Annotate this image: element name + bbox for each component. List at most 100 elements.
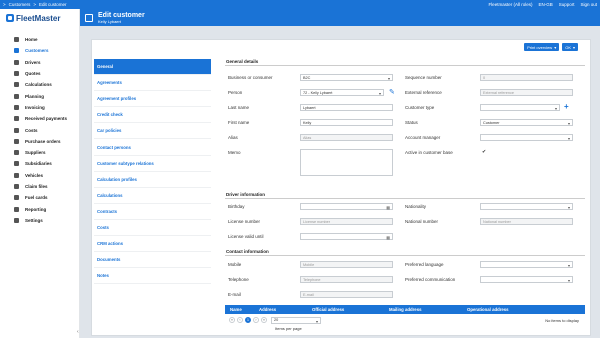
sidebar-item-fuel-cards[interactable]: Fuel cards	[0, 192, 79, 203]
col-operational-address[interactable]: Operational address	[467, 307, 509, 312]
sequence-label: Sequence number	[405, 75, 442, 80]
crumb-customers[interactable]: Customers	[9, 2, 31, 7]
person-select[interactable]: 72 - Kelly Lybaert ▾	[300, 89, 384, 96]
tab-customer-subtype-relations[interactable]: Customer subtype relations	[94, 156, 211, 172]
sidebar-item-received-payments[interactable]: Received payments	[0, 113, 79, 124]
sidebar-item-label: Quotes	[25, 71, 41, 77]
sidebar-item-drivers[interactable]: Drivers	[0, 57, 79, 68]
fuel-card-icon	[14, 195, 19, 201]
sidebar-item-purchase-orders[interactable]: Purchase orders	[0, 136, 79, 147]
email-input[interactable]: E-mail	[300, 291, 393, 298]
sidebar-item-subsidiaries[interactable]: Subsidiaries	[0, 158, 79, 169]
last-name-input[interactable]: Lybaert	[300, 104, 393, 111]
tab-general[interactable]: General	[94, 59, 211, 76]
tab-credit-check[interactable]: Credit check	[94, 107, 211, 124]
purchase-order-icon	[14, 138, 19, 144]
first-name-input[interactable]: Kelly	[300, 119, 393, 126]
birthday-input[interactable]: ▦	[300, 203, 393, 210]
sidebar-item-label: Suppliers	[25, 150, 46, 156]
costs-icon	[14, 127, 19, 133]
grid-pager: « ‹ 1 › » 20 ▾ No items to display	[225, 314, 585, 326]
tab-agreement-profiles[interactable]: Agreement profiles	[94, 91, 211, 108]
sidebar-item-invoicing[interactable]: Invoicing	[0, 102, 79, 113]
sequence-input: 0	[480, 74, 573, 81]
memo-label: Memo	[228, 150, 241, 155]
tab-notes[interactable]: Notes	[94, 268, 211, 285]
sidebar-item-label: Invoicing	[25, 104, 45, 110]
last-page-button[interactable]: »	[261, 317, 267, 323]
external-reference-input[interactable]: External reference	[480, 89, 573, 96]
calendar-icon: ▦	[386, 235, 390, 240]
nationality-label: Nationality	[405, 204, 427, 209]
crumb-sep: >	[3, 2, 6, 7]
tab-documents[interactable]: Documents	[94, 252, 211, 269]
account-manager-select[interactable]: ▾	[480, 134, 573, 141]
col-official-address[interactable]: Official address	[312, 307, 389, 312]
language-select[interactable]: EN-GB	[538, 2, 552, 7]
preferred-language-select[interactable]: ▾	[480, 261, 573, 268]
sign-out-link[interactable]: Sign out	[580, 2, 597, 7]
tab-contracts[interactable]: Contracts	[94, 204, 211, 220]
sidebar-item-label: Settings	[25, 217, 43, 223]
sidebar-item-planning[interactable]: Planning	[0, 90, 79, 101]
prev-page-button[interactable]: ‹	[237, 317, 243, 323]
col-name[interactable]: Name	[225, 307, 259, 312]
first-page-button[interactable]: «	[229, 317, 235, 323]
tab-crm-actions[interactable]: CRM actions	[94, 236, 211, 253]
page-number[interactable]: 1	[245, 317, 251, 323]
sidebar-item-costs[interactable]: Costs	[0, 124, 79, 135]
sidebar-item-customers[interactable]: Customers	[0, 45, 79, 56]
collapse-sidebar-icon[interactable]: ‹	[77, 329, 79, 335]
sidebar-item-reporting[interactable]: Reporting	[0, 203, 79, 214]
col-mailing-address[interactable]: Mailing address	[389, 307, 467, 312]
sidebar-item-claim-files[interactable]: Claim files	[0, 181, 79, 192]
alias-input[interactable]: Alias	[300, 134, 393, 141]
sidebar-item-settings[interactable]: Settings	[0, 215, 79, 226]
sidebar-item-calculations[interactable]: Calculations	[0, 79, 79, 90]
sidebar-item-label: Costs	[25, 127, 38, 133]
active-checkbox[interactable]: ✔	[482, 149, 486, 155]
edit-person-icon[interactable]: ✎	[389, 88, 395, 96]
col-address[interactable]: Address	[259, 307, 312, 312]
license-valid-input[interactable]: ▦	[300, 233, 393, 240]
telephone-label: Telephone	[228, 277, 249, 282]
user-menu[interactable]: Fleetmaster (All roles)	[488, 2, 532, 7]
national-number-input[interactable]: National number	[480, 218, 573, 225]
sidebar-item-label: Vehicles	[25, 172, 44, 178]
print-overview-button[interactable]: Print overview ▾	[524, 43, 560, 51]
mobile-input[interactable]: Mobile	[300, 261, 393, 268]
tab-calculations[interactable]: Calculations	[94, 188, 211, 204]
page-size-select[interactable]: 20 ▾	[271, 316, 321, 324]
nationality-select[interactable]: ▾	[480, 203, 573, 210]
customer-type-select[interactable]: ▾	[480, 104, 560, 111]
tab-contact-persons[interactable]: Contact persons	[94, 139, 211, 156]
telephone-input[interactable]: Telephone	[300, 276, 393, 283]
sidebar-item-suppliers[interactable]: Suppliers	[0, 147, 79, 158]
section-general-details: General details	[225, 59, 585, 66]
next-page-button[interactable]: ›	[253, 317, 259, 323]
invoice-icon	[14, 104, 19, 110]
empty-message: No items to display	[545, 317, 579, 323]
sidebar-item-home[interactable]: Home	[0, 34, 79, 45]
support-link[interactable]: Support	[559, 2, 575, 7]
sidebar-item-vehicles[interactable]: Vehicles	[0, 170, 79, 181]
sidebar-item-label: Calculations	[25, 82, 52, 88]
sidebar-item-quotes[interactable]: Quotes	[0, 68, 79, 79]
business-select[interactable]: B2C ▾	[300, 74, 393, 81]
sidebar-item-label: Purchase orders	[25, 138, 61, 144]
tab-car-policies[interactable]: Car policies	[94, 123, 211, 140]
preferred-communication-select[interactable]: ▾	[480, 276, 573, 283]
add-customer-type-icon[interactable]: +	[564, 102, 569, 111]
license-number-input[interactable]: License number	[300, 218, 393, 225]
status-select[interactable]: Customer ▾	[480, 119, 573, 126]
app-logo[interactable]: FleetMaster	[0, 9, 79, 27]
claim-icon	[14, 184, 19, 189]
ok-button[interactable]: OK ▾	[562, 43, 578, 51]
tab-calculation-profiles[interactable]: Calculation profiles	[94, 172, 211, 188]
tab-costs[interactable]: Costs	[94, 220, 211, 237]
business-label: Business or consumer	[228, 75, 273, 80]
tab-agreements[interactable]: Agreements	[94, 75, 211, 92]
memo-textarea[interactable]	[300, 149, 393, 176]
crumb-edit-customer: Edit customer	[39, 2, 67, 7]
national-number-label: National number	[405, 219, 439, 224]
